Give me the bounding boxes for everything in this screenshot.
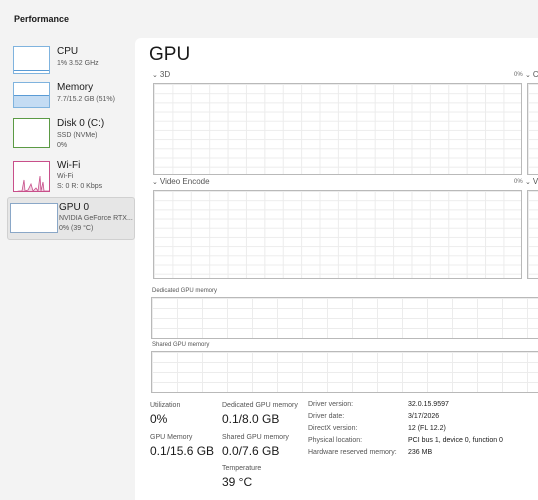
dedicated-memory-graph: [151, 297, 538, 339]
utilization-label: Utilization: [150, 402, 181, 409]
engine-graph-video-encode: [153, 190, 522, 279]
info-value: 236 MB: [408, 449, 433, 456]
info-key: Hardware reserved memory:: [308, 449, 397, 456]
wifi-activity-spikes: [16, 175, 49, 191]
graph-label: Shared GPU memory: [152, 342, 210, 348]
chevron-down-icon: ⌄: [525, 179, 531, 186]
sidebar-item-name: Disk 0 (C:): [57, 118, 105, 129]
engine-label: Video Encode: [159, 177, 210, 186]
engine-label: 3D: [159, 70, 171, 79]
temperature-label: Temperature: [222, 465, 262, 472]
sidebar: CPU 1% 3.52 GHz Memory 7.7/15.2 GB (51%)…: [0, 38, 135, 500]
shared-memory-graph: [151, 351, 538, 393]
sidebar-item-name: Wi-Fi: [57, 160, 81, 171]
engine-selector-next[interactable]: ⌄ V: [525, 177, 538, 186]
memory-thumbnail-graph: [13, 82, 50, 108]
engine-selector-video-encode[interactable]: ⌄ Video Encode: [152, 177, 210, 186]
sidebar-item-detail-2: 0% (39 °C): [59, 225, 94, 232]
sidebar-item-name: GPU 0: [59, 202, 90, 213]
dedicated-memory-label: Dedicated GPU memory: [222, 402, 298, 409]
sidebar-item-name: CPU: [57, 46, 79, 57]
wifi-thumbnail-graph: [13, 161, 50, 192]
title-bar: Performance: [0, 0, 538, 38]
engine-selector-next[interactable]: ⌄ C: [525, 70, 538, 79]
cpu-thumbnail-graph: [13, 46, 50, 74]
sidebar-item-detail: 7.7/15.2 GB (51%): [57, 96, 115, 103]
chevron-down-icon: ⌄: [152, 72, 158, 79]
sidebar-item-name: Memory: [57, 82, 94, 93]
engine-graph-3d: [153, 83, 522, 175]
gpu-memory-label: GPU Memory: [150, 434, 193, 441]
engine-graph-next: [527, 190, 538, 279]
engine-label: V: [532, 177, 538, 186]
gpu-memory-value: 0.1/15.6 GB: [150, 444, 215, 458]
sidebar-item-gpu[interactable]: GPU 0 NVIDIA GeForce RTX... 0% (39 °C): [7, 197, 135, 240]
window-title: Performance: [14, 14, 70, 24]
info-key: Driver date:: [308, 413, 345, 420]
info-key: DirectX version:: [308, 425, 358, 432]
sidebar-item-detail-2: 0%: [57, 142, 68, 149]
engine-max-percent: 0%: [514, 179, 523, 185]
info-value: PCI bus 1, device 0, function 0: [408, 437, 503, 444]
temperature-value: 39 °C: [222, 475, 253, 489]
info-value: 3/17/2026: [408, 413, 440, 420]
sidebar-item-detail: NVIDIA GeForce RTX...: [59, 215, 133, 222]
page-title: GPU: [149, 44, 191, 65]
sidebar-item-detail: Wi-Fi: [57, 173, 74, 180]
shared-memory-value: 0.0/7.6 GB: [222, 444, 280, 458]
gpu-details-panel: GPU ⌄ 3D 0% ⌄ C ⌄ Video Encode 0% ⌄ V Dedica…: [135, 38, 538, 500]
chevron-down-icon: ⌄: [525, 72, 531, 79]
info-key: Physical location:: [308, 437, 363, 444]
info-value: 32.0.15.9597: [408, 401, 449, 408]
info-value: 12 (FL 12.2): [408, 425, 446, 432]
cpu-usage-line: [14, 70, 49, 71]
utilization-value: 0%: [150, 412, 168, 426]
chevron-down-icon: ⌄: [152, 179, 158, 186]
sidebar-item-disk[interactable]: Disk 0 (C:) SSD (NVMe) 0%: [7, 118, 135, 159]
sidebar-item-detail-2: S: 0 R: 0 Kbps: [57, 183, 103, 190]
graph-label: Dedicated GPU memory: [152, 288, 218, 294]
sidebar-item-cpu[interactable]: CPU 1% 3.52 GHz: [7, 41, 135, 82]
shared-memory-label: Shared GPU memory: [222, 434, 289, 441]
sidebar-item-detail: SSD (NVMe): [57, 132, 98, 139]
engine-selector-3d[interactable]: ⌄ 3D: [152, 70, 170, 79]
info-key: Driver version:: [308, 401, 354, 408]
engine-label: C: [532, 70, 538, 79]
sidebar-item-wifi[interactable]: Wi-Fi Wi-Fi S: 0 R: 0 Kbps: [7, 158, 135, 199]
engine-max-percent: 0%: [514, 72, 523, 78]
gpu-thumbnail-graph: [10, 203, 58, 233]
sidebar-item-memory[interactable]: Memory 7.7/15.2 GB (51%): [7, 79, 135, 120]
engine-graph-next: [527, 83, 538, 175]
sidebar-item-detail: 1% 3.52 GHz: [57, 60, 99, 67]
memory-usage-fill: [14, 94, 49, 107]
disk-thumbnail-graph: [13, 118, 50, 148]
dedicated-memory-value: 0.1/8.0 GB: [222, 412, 280, 426]
